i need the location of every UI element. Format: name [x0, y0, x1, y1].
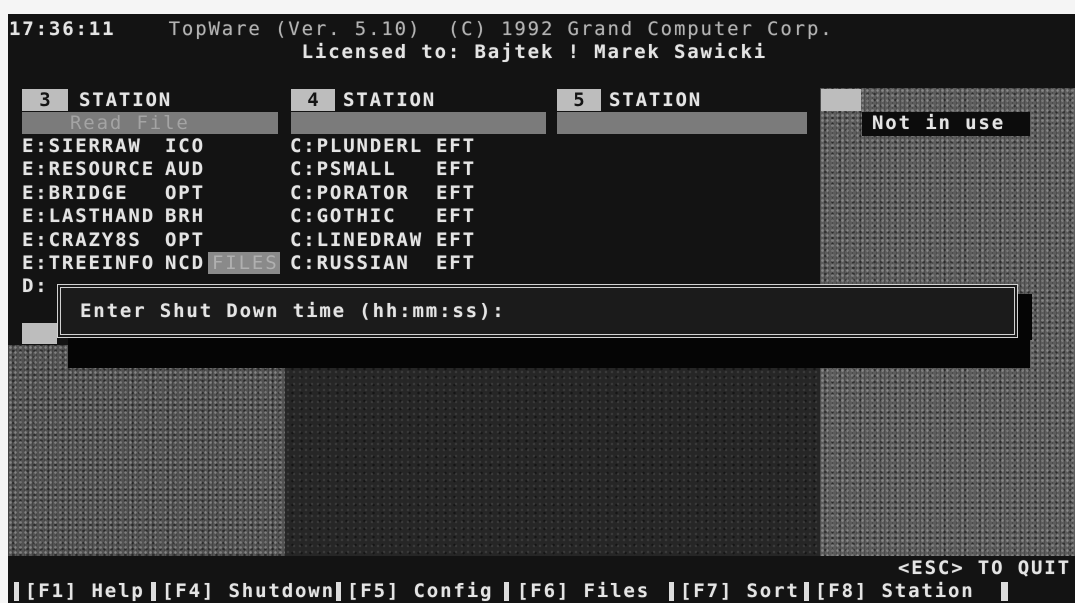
fkey-label: Station [881, 580, 975, 602]
fkey-code: [F1] [25, 580, 79, 602]
panel-3-status: Read File [70, 111, 190, 134]
list-item[interactable]: C:RUSSIAN EFT [290, 252, 546, 275]
fkey-separator [669, 582, 674, 601]
file-ext: ICO [165, 135, 205, 157]
panel-3-status-bar: Read File [22, 112, 278, 134]
list-item[interactable]: E:BRIDGE OPT [22, 182, 278, 205]
panel-5-number: 5 [557, 89, 601, 111]
panel-4-number: 4 [291, 89, 335, 111]
file-ext: NCD [165, 252, 205, 274]
file-ext: EFT [436, 205, 476, 228]
fkey-separator [336, 582, 341, 601]
shutdown-time-input[interactable] [521, 300, 671, 323]
list-item[interactable]: E:LASTHAND BRH [22, 205, 278, 228]
file-name: E:LASTHAND [22, 205, 155, 228]
file-name: E:BRIDGE [22, 181, 129, 204]
list-item[interactable]: C:PLUNDERL EFT [290, 135, 546, 158]
panel-6-status: Not in use [862, 112, 1030, 136]
file-name: C:GOTHIC [290, 205, 397, 228]
fkey-separator [151, 582, 156, 601]
panel-4-status-bar [291, 112, 546, 134]
file-ext: OPT [165, 181, 205, 204]
list-item[interactable]: E:SIERRAW ICO [22, 135, 278, 158]
file-name: E:TREEINFO [22, 252, 155, 274]
panel-3-number: 3 [22, 89, 68, 111]
shutdown-prompt: Enter Shut Down time (hh:mm:ss): [80, 299, 506, 322]
fkey-separator [1001, 582, 1008, 601]
panel-5-status-bar [557, 112, 807, 134]
file-ext: EFT [436, 228, 476, 251]
file-ext: EFT [436, 181, 476, 204]
fkey-label: Shutdown [228, 580, 335, 602]
fkey-separator [504, 582, 509, 601]
file-ext: BRH [165, 205, 205, 228]
dialog-shadow-bottom [68, 338, 1030, 368]
file-name: C:PSMALL [290, 158, 397, 181]
dialog-shadow-right [1016, 294, 1032, 340]
panel-5-label: STATION [609, 88, 703, 111]
license-line: Licensed to: Bajtek ! Marek Sawicki [301, 41, 768, 64]
files-highlight-text: FILES [212, 252, 279, 274]
fkey-separator [14, 582, 19, 601]
fkey-label: Help [91, 580, 145, 602]
file-name: E:RESOURCE [22, 158, 155, 181]
list-item[interactable]: E:RESOURCE AUD [22, 158, 278, 181]
files-highlight: FILES [208, 252, 280, 274]
file-name: E:CRAZY8S [22, 228, 142, 251]
panel-6-number [821, 89, 861, 111]
file-name: C:PLUNDERL [290, 135, 423, 157]
fkey-label: Files [583, 580, 650, 602]
panel-3-header[interactable]: 3 STATION [22, 89, 278, 111]
fkey-label: Sort [746, 580, 800, 602]
app-title: TopWare (Ver. 5.10) (C) 1992 Grand Compu… [168, 18, 834, 40]
shutdown-dialog: Enter Shut Down time (hh:mm:ss): [57, 284, 1018, 338]
file-name: E:SIERRAW [22, 135, 142, 157]
list-item[interactable]: C:LINEDRAW EFT [290, 229, 546, 252]
file-ext: AUD [165, 158, 205, 181]
file-ext: EFT [436, 158, 476, 181]
fkey-code: [F4] [162, 580, 216, 602]
drive-label: D: [22, 275, 49, 298]
list-item[interactable]: C:PORATOR EFT [290, 182, 546, 205]
quit-hint: <ESC> TO QUIT [898, 557, 1071, 579]
fkey-code: [F7] [680, 580, 734, 602]
file-name: C:LINEDRAW [290, 228, 423, 251]
lower-middle-panel-area [285, 345, 820, 556]
file-ext: EFT [436, 135, 476, 157]
panel-4-label: STATION [343, 88, 437, 111]
list-item[interactable]: C:GOTHIC EFT [290, 205, 546, 228]
drive-row[interactable]: D: [22, 275, 62, 298]
file-ext: EFT [436, 252, 476, 274]
fkey-code: [F8] [815, 580, 869, 602]
panel-3-label: STATION [79, 88, 173, 111]
panel-6-status-text: Not in use [872, 112, 1005, 134]
panel-5-header[interactable]: 5 STATION [557, 89, 807, 111]
terminal-screen: 17:36:11 TopWare (Ver. 5.10) (C) 1992 Gr… [0, 0, 1075, 603]
file-ext: OPT [165, 228, 205, 251]
panel-4-header[interactable]: 4 STATION [291, 89, 546, 111]
list-item[interactable]: E:CRAZY8S OPT [22, 229, 278, 252]
list-item[interactable]: C:PSMALL EFT [290, 158, 546, 181]
fkey-code: [F5] [347, 580, 401, 602]
clock: 17:36:11 [9, 18, 116, 40]
fkey-separator [804, 582, 809, 601]
lower-left-panel-area [8, 345, 285, 556]
fkey-code: [F6] [517, 580, 571, 602]
file-name: C:PORATOR [290, 181, 410, 204]
file-name: C:RUSSIAN [290, 252, 410, 274]
list-item[interactable]: E:TREEINFO NCD FILES [22, 252, 280, 275]
fkey-label: Config [413, 580, 494, 602]
panel-6-header[interactable] [821, 89, 861, 111]
lower-panel-header-block[interactable] [22, 323, 57, 344]
